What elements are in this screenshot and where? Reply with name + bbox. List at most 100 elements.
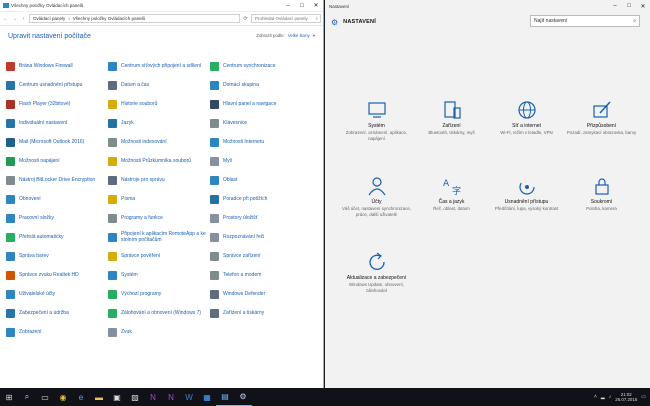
- control-panel-item[interactable]: Správce pověření: [108, 247, 207, 266]
- settings-tile-9[interactable]: Aktualizace a zabezpečení Windows Update,…: [339, 252, 414, 318]
- control-panel-item[interactable]: Možnosti Internetu: [210, 133, 309, 152]
- control-panel-item[interactable]: Programy a funkce: [108, 209, 207, 228]
- control-panel-item[interactable]: Zvuk: [108, 323, 207, 342]
- word-icon[interactable]: W: [180, 388, 198, 406]
- control-panel-item[interactable]: Správce zařízení: [210, 247, 309, 266]
- settings-tile-2[interactable]: Zařízení Bluetooth, tiskárny, myš: [414, 100, 489, 166]
- control-panel-item[interactable]: Domácí skupina: [210, 76, 309, 95]
- settings-icon[interactable]: ⚙: [234, 388, 252, 406]
- paint-icon: [592, 101, 611, 118]
- control-panel-item[interactable]: Centrum synchronizace: [210, 57, 309, 76]
- clock[interactable]: 21:02 26.07.2015: [615, 392, 637, 403]
- settings-tile-4[interactable]: Přizpůsobení Pozadí, zamykací obrazovka, …: [564, 100, 639, 166]
- chrome-icon[interactable]: ◉: [54, 388, 72, 406]
- control-panel-item[interactable]: Zařízení a tiskárny: [210, 304, 309, 323]
- settings-tile-1[interactable]: Systém Zobrazení, oznámení, aplikace, nap…: [339, 100, 414, 166]
- settings-tile-7[interactable]: Usnadnění přístupu Předčítání, lupa, vyso…: [489, 176, 564, 242]
- control-panel-item[interactable]: Nástroj BitLocker Drive Encryption: [6, 171, 105, 190]
- control-panel-item[interactable]: Windows Defender: [210, 285, 309, 304]
- control-panel-item[interactable]: Systém: [108, 266, 207, 285]
- control-panel-item[interactable]: Jazyk: [108, 114, 207, 133]
- control-panel-item[interactable]: Historie souborů: [108, 95, 207, 114]
- breadcrumb-current[interactable]: Všechny položky Ovládacích panelů: [73, 16, 145, 21]
- calendar-icon[interactable]: ▦: [198, 388, 216, 406]
- settings-tile-5[interactable]: Účty Váš účet, nastavení synchronizace, p…: [339, 176, 414, 242]
- start-icon[interactable]: ⊞: [0, 388, 18, 406]
- control-panel-item[interactable]: Mail (Microsoft Outlook 2016): [6, 133, 105, 152]
- chevron-right-icon: ›: [68, 16, 70, 21]
- control-panel-item[interactable]: Individuální nastavení: [6, 114, 105, 133]
- volume-icon[interactable]: ♪: [609, 394, 612, 400]
- forward-icon[interactable]: →: [11, 16, 18, 22]
- control-panel-icon[interactable]: ▤: [216, 388, 234, 406]
- onenote-icon[interactable]: N: [144, 388, 162, 406]
- control-panel-item[interactable]: Obnovení: [6, 190, 105, 209]
- search-input[interactable]: Prohledat Ovládací panely ⌕: [251, 14, 321, 23]
- settings-tile-8[interactable]: Soukromí Poloha, kamera: [564, 176, 639, 242]
- control-panel-item[interactable]: Písma: [108, 190, 207, 209]
- control-panel-item[interactable]: Připojení k aplikacím RemoteApp a ke sto…: [108, 228, 207, 247]
- photos-icon[interactable]: ▨: [126, 388, 144, 406]
- control-panel-item[interactable]: Rozpoznávání řeči: [210, 228, 309, 247]
- control-panel-item[interactable]: Možnosti indexování: [108, 133, 207, 152]
- control-panel-item[interactable]: Nástroje pro správu: [108, 171, 207, 190]
- onenote-icon[interactable]: N: [162, 388, 180, 406]
- control-panel-item[interactable]: Zálohování a obnovení (Windows 7): [108, 304, 207, 323]
- maximize-button[interactable]: □: [622, 0, 636, 12]
- control-panel-item[interactable]: Správa barev: [6, 247, 105, 266]
- settings-search-input[interactable]: Najít nastavení ⌕: [530, 15, 640, 27]
- control-panel-item[interactable]: Přehrát automaticky: [6, 228, 105, 247]
- store-icon[interactable]: ▣: [108, 388, 126, 406]
- control-panel-item[interactable]: Prostory úložišť: [210, 209, 309, 228]
- network-icon[interactable]: ▂: [601, 394, 605, 400]
- refresh-icon[interactable]: ⟳: [242, 16, 249, 22]
- control-panel-item[interactable]: Centrum usnadnění přístupu: [6, 76, 105, 95]
- up-icon[interactable]: ↑: [20, 16, 27, 22]
- control-panel-window: Všechny položky Ovládacích panelů – □ ✕ …: [0, 0, 324, 388]
- control-panel-item[interactable]: Uživatelské účty: [6, 285, 105, 304]
- view-dropdown[interactable]: Velké ikony: [288, 33, 310, 38]
- control-panel-item-icon: [210, 271, 219, 280]
- person-icon: [368, 177, 385, 196]
- control-panel-item[interactable]: Správce zvuku Realtek HD: [6, 266, 105, 285]
- notifications-icon[interactable]: ▭: [641, 394, 646, 400]
- control-panel-item[interactable]: Poradce při potížích: [210, 190, 309, 209]
- control-panel-item[interactable]: Možnosti napájení: [6, 152, 105, 171]
- control-panel-item-icon: [210, 81, 219, 90]
- control-panel-item-icon: [108, 214, 117, 223]
- task-view-icon[interactable]: ▭: [36, 388, 54, 406]
- close-button[interactable]: ✕: [636, 0, 650, 12]
- breadcrumb-root[interactable]: Ovládací panely: [33, 16, 65, 21]
- control-panel-item[interactable]: Zabezpečení a údržba: [6, 304, 105, 323]
- settings-tile-description: Váš účet, nastavení synchronizace, práce…: [341, 206, 412, 217]
- control-panel-item[interactable]: Oblast: [210, 171, 309, 190]
- maximize-button[interactable]: □: [295, 0, 309, 12]
- control-panel-item[interactable]: Výchozí programy: [108, 285, 207, 304]
- settings-tile-3[interactable]: Síť a internet Wi-Fi, režim v letadle, VP…: [489, 100, 564, 166]
- close-button[interactable]: ✕: [309, 0, 323, 12]
- control-panel-item-label: Prostory úložišť: [223, 214, 258, 221]
- control-panel-item[interactable]: Hlavní panel a navigace: [210, 95, 309, 114]
- control-panel-item[interactable]: Pracovní složky: [6, 209, 105, 228]
- control-panel-item[interactable]: Datum a čas: [108, 76, 207, 95]
- chevron-up-icon[interactable]: ˄: [594, 394, 597, 400]
- control-panel-item[interactable]: Klávesnice: [210, 114, 309, 133]
- control-panel-item[interactable]: Zobrazení: [6, 323, 105, 342]
- file-explorer-icon[interactable]: ▬: [90, 388, 108, 406]
- control-panel-item[interactable]: Centrum síťových připojení a sdílení: [108, 57, 207, 76]
- search-icon[interactable]: ⌕: [18, 388, 36, 406]
- control-panel-item[interactable]: Telefon a modem: [210, 266, 309, 285]
- edge-icon[interactable]: e: [72, 388, 90, 406]
- address-field[interactable]: Ovládací panely › Všechny položky Ovláda…: [29, 14, 240, 23]
- chevron-down-icon[interactable]: ▾: [313, 33, 315, 38]
- minimize-button[interactable]: –: [281, 0, 295, 12]
- control-panel-item[interactable]: Flash Player (32bitové): [6, 95, 105, 114]
- control-panel-icon: [3, 3, 9, 8]
- lock-icon: [594, 178, 609, 195]
- back-icon[interactable]: ←: [2, 16, 9, 22]
- control-panel-item[interactable]: Možnosti Průzkumníka souborů: [108, 152, 207, 171]
- settings-tile-6[interactable]: A 字 Čas a jazyk Řeč, oblast, datum: [414, 176, 489, 242]
- control-panel-item[interactable]: Brána Windows Firewall: [6, 57, 105, 76]
- minimize-button[interactable]: –: [608, 0, 622, 12]
- control-panel-item[interactable]: Myš: [210, 152, 309, 171]
